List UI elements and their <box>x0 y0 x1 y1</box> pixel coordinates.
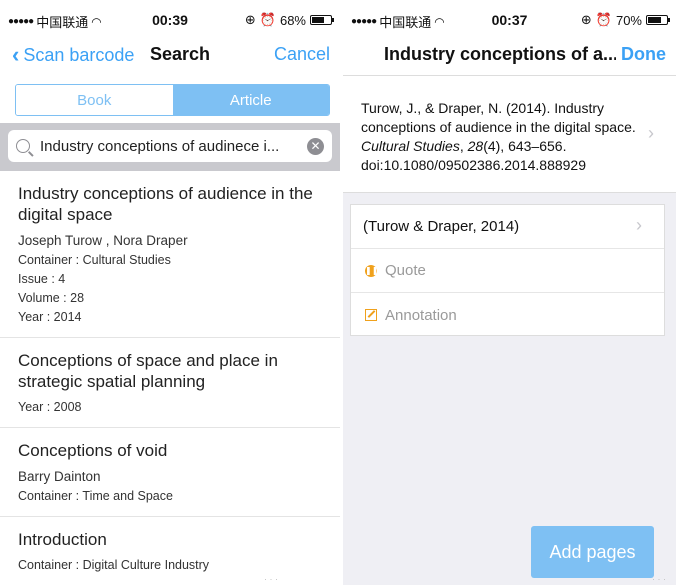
search-field[interactable]: Industry conceptions of audinece i... ✕ <box>8 130 332 162</box>
add-pages-button[interactable]: Add pages <box>531 526 654 578</box>
in-text-citation-row[interactable]: (Turow & Draper, 2014) › <box>351 205 664 249</box>
quote-label: Quote <box>385 262 426 279</box>
result-title: Conceptions of space and place in strate… <box>18 351 278 391</box>
results-list: Industry conceptions of audience in the … <box>0 171 340 585</box>
result-issue: Issue : 4 <box>18 272 66 286</box>
list-item[interactable]: Introduction Container : Digital Culture… <box>0 517 340 585</box>
result-year: Year : 2008 <box>18 400 82 414</box>
list-item[interactable]: Industry conceptions of audience in the … <box>0 171 340 338</box>
navigation-bar: Industry conceptions of a... Done <box>343 38 676 76</box>
search-input[interactable]: Industry conceptions of audinece i... <box>40 138 301 155</box>
in-text-citation: (Turow & Draper, 2014) <box>363 218 520 235</box>
rotation-lock-icon: ⊕ <box>244 12 256 27</box>
list-item[interactable]: Conceptions of space and place in strate… <box>0 338 340 428</box>
status-bar: ●●●●● 中国联通 ◠ 00:39 ⊕ ⏰ 68% <box>0 0 340 38</box>
citation-journal: Cultural Studies <box>361 138 460 154</box>
type-segmented-control: Book Article <box>15 84 330 116</box>
alarm-icon: ⏰ <box>259 12 276 27</box>
citation-options-card: (Turow & Draper, 2014) › ❚❚ Quote Annota… <box>350 204 665 336</box>
quote-row[interactable]: ❚❚ Quote <box>351 249 664 293</box>
watermark: · · · <box>652 574 666 584</box>
clear-icon[interactable]: ✕ <box>307 137 324 155</box>
watermark: · · · <box>264 574 278 584</box>
result-year: Year : 2014 <box>18 310 82 324</box>
citation-text: Turow, J., & Draper, N. (2014). Industry… <box>361 100 636 135</box>
battery-icon <box>646 15 670 25</box>
chevron-left-icon: ‹ <box>12 42 20 67</box>
citation-sep: , <box>459 138 468 154</box>
search-bar: Industry conceptions of audinece i... ✕ <box>0 123 340 171</box>
result-volume: Volume : 28 <box>18 291 85 305</box>
battery-percent: 70% <box>615 12 642 28</box>
result-title: Introduction <box>18 530 107 549</box>
edit-icon <box>365 309 377 321</box>
alarm-icon: ⏰ <box>595 12 612 27</box>
status-bar: ●●●●● 中国联通 ◠ 00:37 ⊕ ⏰ 70% <box>343 0 676 38</box>
page-title: Industry conceptions of a... <box>384 44 616 64</box>
battery-icon <box>310 15 334 25</box>
search-screen: ●●●●● 中国联通 ◠ 00:39 ⊕ ⏰ 68% ‹ Scan barcod… <box>0 0 340 585</box>
segment-book[interactable]: Book <box>16 85 173 115</box>
result-container: Container : Cultural Studies <box>18 253 171 267</box>
reference-citation[interactable]: Turow, J., & Draper, N. (2014). Industry… <box>343 76 676 193</box>
back-label: Scan barcode <box>23 44 135 65</box>
citation-volume: 28 <box>467 138 484 154</box>
cancel-button[interactable]: Cancel <box>274 44 330 65</box>
search-icon <box>16 139 30 153</box>
annotation-label: Annotation <box>385 306 457 324</box>
quote-icon: ❚❚ <box>365 264 379 277</box>
segment-article[interactable]: Article <box>172 85 329 115</box>
back-button[interactable]: ‹ Scan barcode <box>12 42 134 68</box>
result-container: Container : Digital Culture Industry <box>18 558 210 572</box>
annotation-row[interactable]: Annotation <box>351 293 664 337</box>
done-button[interactable]: Done <box>621 44 666 65</box>
rotation-lock-icon: ⊕ <box>580 12 592 27</box>
citation-screen: ●●●●● 中国联通 ◠ 00:37 ⊕ ⏰ 70% Industry conc… <box>343 0 676 585</box>
chevron-right-icon: › <box>648 123 654 143</box>
chevron-right-icon: › <box>636 215 642 235</box>
page-title: Search <box>150 44 211 64</box>
battery-percent: 68% <box>279 12 306 28</box>
result-title: Conceptions of void <box>18 441 168 460</box>
navigation-bar: ‹ Scan barcode Search Cancel <box>0 38 340 74</box>
result-container: Container : Time and Space <box>18 489 173 503</box>
list-item[interactable]: Conceptions of void Barry Dainton Contai… <box>0 428 340 517</box>
result-authors: Barry Dainton <box>18 469 101 484</box>
result-title: Industry conceptions of audience in the … <box>18 184 313 224</box>
result-authors: Joseph Turow , Nora Draper <box>18 233 188 248</box>
